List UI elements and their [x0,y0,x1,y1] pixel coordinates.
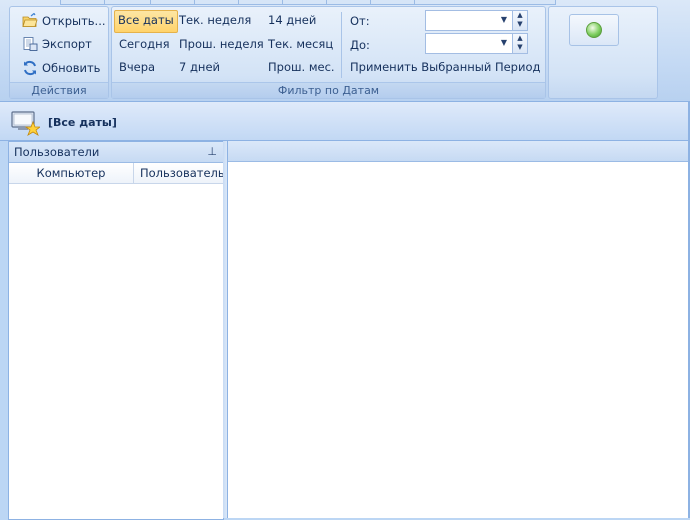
users-panel: Пользователи ⊥ Компьютер Пользователь [8,141,225,520]
preset-this-week[interactable]: Тек. неделя [176,10,254,31]
ribbon-tab[interactable] [414,0,556,5]
date-filter-group-label: Фильтр по Датам [112,82,545,98]
preset-yesterday[interactable]: Вчера [116,57,158,78]
preset-fourteen-days[interactable]: 14 дней [265,10,319,31]
ribbon-tab[interactable] [370,0,416,5]
filter-separator [341,12,342,78]
users-panel-header: Пользователи ⊥ [9,142,223,163]
preset-today[interactable]: Сегодня [116,34,173,55]
preset-seven-days[interactable]: 7 дней [176,57,223,78]
spin-up-icon[interactable]: ▲ [513,34,527,43]
ribbon-tab[interactable] [326,0,372,5]
ribbon-tab-strip [0,0,690,5]
column-header-user[interactable]: Пользователь [134,163,225,184]
monitor-star-icon [11,111,40,136]
ribbon-tab[interactable] [238,0,284,5]
from-date-input[interactable]: ▼ [425,10,513,31]
preset-last-week[interactable]: Прош. неделя [176,34,267,55]
export-button[interactable]: Экспорт [22,34,92,54]
open-button-label: Открыть... [42,14,106,28]
pin-icon[interactable]: ⊥ [207,142,217,162]
column-header-computer[interactable]: Компьютер [9,163,134,184]
ribbon-tab[interactable] [282,0,328,5]
main-content-panel [227,141,690,518]
refresh-icon [24,60,36,75]
users-panel-title: Пользователи [14,145,100,159]
to-label: До: [350,38,370,52]
preset-this-month[interactable]: Тек. месяц [265,34,336,55]
actions-group-label: Действия [10,82,108,98]
apply-period-button[interactable]: Применить Выбранный Период [347,57,543,78]
folder-open-icon [22,12,38,27]
main-panel-header [228,141,690,162]
open-button[interactable]: Открыть... [22,11,106,31]
spin-down-icon[interactable]: ▼ [513,43,527,52]
green-orb-icon [586,22,602,38]
export-button-label: Экспорт [42,37,92,51]
ribbon-tab[interactable] [104,0,152,5]
ribbon-tab[interactable] [194,0,240,5]
date-filter-group: Все даты Сегодня Вчера Тек. неделя Прош.… [111,6,546,99]
refresh-button-label: Обновить [42,61,101,75]
refresh-button[interactable]: Обновить [22,58,100,78]
preset-all-dates[interactable]: Все даты [114,10,178,33]
to-date-spinner[interactable]: ▲ ▼ [512,33,528,54]
spin-down-icon[interactable]: ▼ [513,20,527,29]
to-date-input[interactable]: ▼ [425,33,513,54]
export-icon [23,36,38,51]
run-button[interactable] [569,14,619,46]
current-filter-bar: [Все даты] [0,102,690,141]
actions-group: Открыть... Экспорт Обновить Действия [9,6,109,99]
current-filter-title: [Все даты] [48,116,117,129]
from-date-spinner[interactable]: ▲ ▼ [512,10,528,31]
from-label: От: [350,14,370,28]
ribbon-tab[interactable] [60,0,106,5]
preset-last-month[interactable]: Прош. мес. [265,57,338,78]
chevron-down-icon[interactable]: ▼ [498,13,510,27]
ribbon: Открыть... Экспорт Обновить Действия Все… [0,0,690,102]
chevron-down-icon[interactable]: ▼ [498,36,510,50]
ribbon-tab[interactable] [150,0,196,5]
spin-up-icon[interactable]: ▲ [513,11,527,20]
